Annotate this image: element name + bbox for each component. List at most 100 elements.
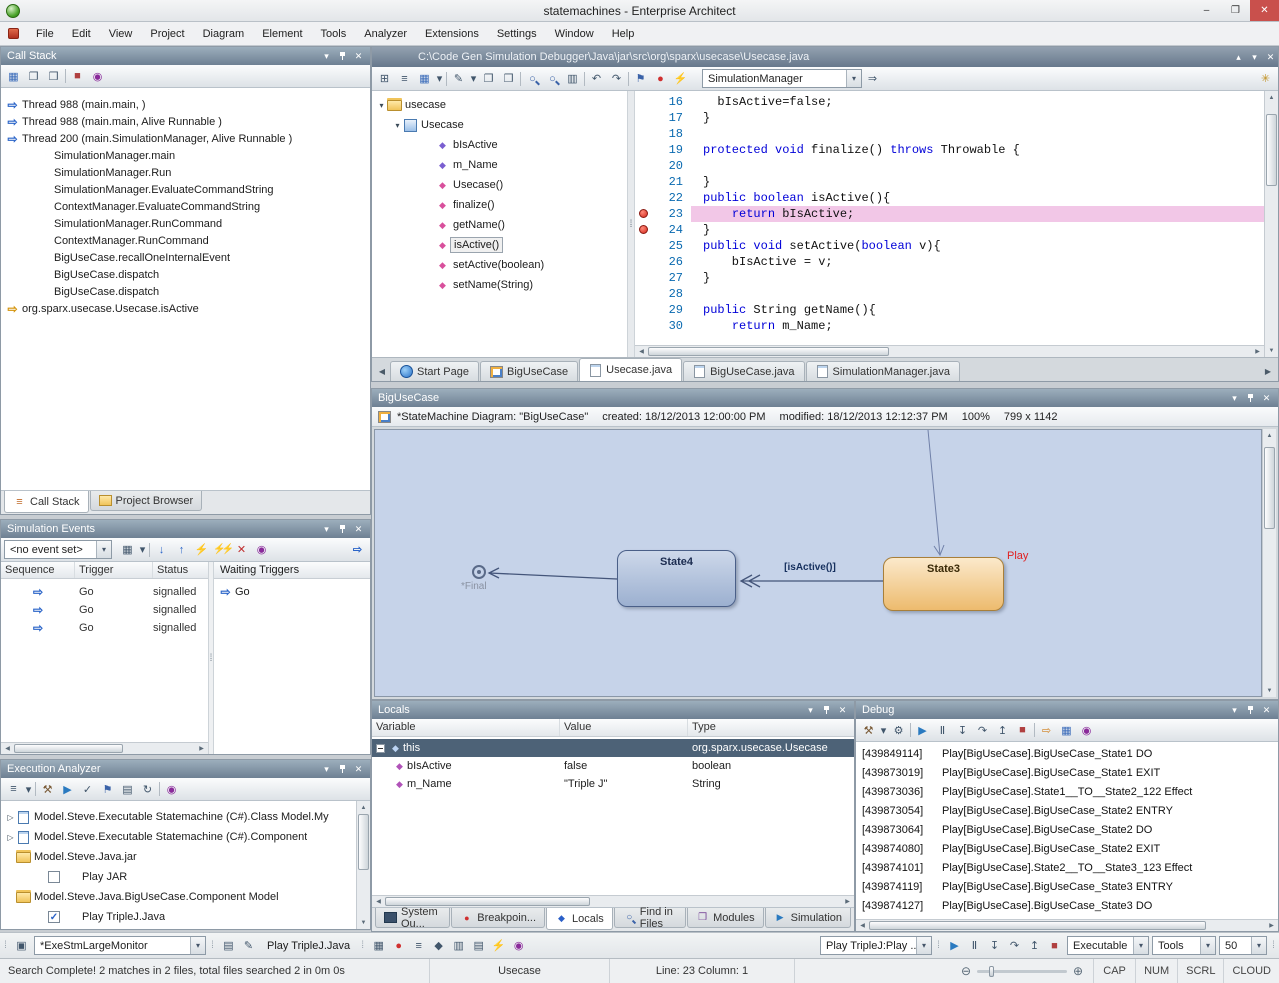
debug-output-row[interactable]: [439849114] Play[BigUseCase].BigUseCase_… xyxy=(856,744,1278,763)
chevron-down-icon[interactable] xyxy=(190,937,205,954)
size-combo[interactable]: 50 xyxy=(1219,936,1267,955)
pin-icon[interactable] xyxy=(335,762,350,776)
record-icon[interactable]: ◉ xyxy=(162,780,181,798)
editor-tab[interactable]: Usecase.java xyxy=(579,358,682,381)
code-line[interactable]: 16 bIsActive=false; xyxy=(635,94,1264,110)
pin-icon[interactable] xyxy=(1243,391,1258,405)
tools-combo[interactable]: Tools xyxy=(1152,936,1216,955)
scrollbar-thumb[interactable] xyxy=(1264,447,1275,529)
menu-arrow-icon[interactable]: ▾ xyxy=(24,780,33,798)
call-stack-frame[interactable]: SimulationManager.main xyxy=(1,147,370,164)
structure-tree-item[interactable]: setActive(boolean) xyxy=(372,255,627,275)
separator[interactable] xyxy=(627,72,630,86)
menu-item[interactable]: Diagram xyxy=(194,22,254,45)
chevron-down-icon[interactable] xyxy=(1200,937,1215,954)
panel-menu-icon[interactable] xyxy=(1227,391,1242,405)
dock-tab[interactable]: Project Browser xyxy=(90,491,203,511)
record-icon[interactable]: ◉ xyxy=(1077,721,1096,739)
edit-script-icon[interactable]: ✎ xyxy=(239,937,258,955)
scroll-left-icon[interactable] xyxy=(1,743,14,754)
structure-tree-item[interactable]: getName() xyxy=(372,215,627,235)
analyzer-windows-icon[interactable]: ▦ xyxy=(369,937,388,955)
close-icon[interactable] xyxy=(1259,703,1274,717)
paste-icon[interactable]: ❒ xyxy=(499,70,518,88)
save-menu-icon[interactable]: ▾ xyxy=(435,70,444,88)
call-stack-frame[interactable]: SimulationManager.RunCommand xyxy=(1,215,370,232)
breakpoint-gutter[interactable] xyxy=(635,190,653,206)
run-icon[interactable]: ▶ xyxy=(58,780,77,798)
breakpoint-gutter[interactable] xyxy=(635,270,653,286)
code-line[interactable]: 17} xyxy=(635,110,1264,126)
column-status[interactable]: Status xyxy=(153,562,208,578)
scroll-up-icon[interactable] xyxy=(357,801,370,814)
scroll-right-icon[interactable] xyxy=(841,896,854,907)
move-up-icon[interactable]: ↑ xyxy=(172,541,191,559)
call-stack-frame[interactable]: Thread 200 (main.SimulationManager, Aliv… xyxy=(1,130,370,147)
scrollbar-thumb[interactable] xyxy=(385,897,590,906)
structure-tree-item[interactable]: finalize() xyxy=(372,195,627,215)
expand-icon[interactable] xyxy=(376,744,385,753)
unchecked-icon[interactable] xyxy=(48,871,60,883)
breakpoint-gutter[interactable] xyxy=(635,126,653,142)
analyzer-script-item[interactable]: Model.Steve.Java.BigUseCase.Component Mo… xyxy=(1,887,356,907)
call-stack-frame[interactable]: BigUseCase.dispatch xyxy=(1,283,370,300)
code-line[interactable]: 23 return bIsActive; xyxy=(635,206,1264,222)
scrollbar-thumb[interactable] xyxy=(648,347,889,356)
structure-tree-item[interactable]: ▾ Usecase xyxy=(372,115,627,135)
column-type[interactable]: Type xyxy=(688,719,854,736)
debug-output-row[interactable]: [439874101] Play[BigUseCase].State2__TO_… xyxy=(856,858,1278,877)
status-indicator[interactable]: NUM xyxy=(1135,959,1177,983)
menu-item[interactable]: Project xyxy=(141,22,193,45)
step-out-icon[interactable]: ↥ xyxy=(1025,937,1044,955)
filter-icon[interactable]: ▦ xyxy=(118,541,137,559)
call-stack-frame[interactable]: BigUseCase.recallOneInternalEvent xyxy=(1,249,370,266)
deploy-icon[interactable]: ▤ xyxy=(118,780,137,798)
column-trigger[interactable]: Trigger xyxy=(75,562,153,578)
menu-item[interactable]: Tools xyxy=(312,22,356,45)
breakpoint-gutter[interactable] xyxy=(635,286,653,302)
panel-menu-icon[interactable] xyxy=(803,703,818,717)
state4-node[interactable]: State4 xyxy=(617,550,736,607)
code-line[interactable]: 20 xyxy=(635,158,1264,174)
step-over-icon[interactable]: ↷ xyxy=(973,721,992,739)
dock-tab[interactable]: Breakpoin... xyxy=(451,908,545,928)
structure-icon[interactable]: ⊞ xyxy=(375,70,394,88)
lightning-icon[interactable]: ⚡ xyxy=(671,70,690,88)
column-variable[interactable]: Variable xyxy=(372,719,560,736)
redo-icon[interactable]: ↷ xyxy=(607,70,626,88)
local-variable-row[interactable]: bIsActive false boolean xyxy=(372,757,854,775)
auto-fire-icon[interactable]: ⚡⚡ xyxy=(212,541,231,559)
profiler-window-icon[interactable]: ⚡ xyxy=(489,937,508,955)
chevron-down-icon[interactable] xyxy=(1251,937,1266,954)
analyzer-script-item[interactable]: ▷ Model.Steve.Executable Statemachine (C… xyxy=(1,827,356,847)
record-icon[interactable]: ◉ xyxy=(252,541,271,559)
move-down-icon[interactable]: ↓ xyxy=(152,541,171,559)
local-variable-row[interactable]: this org.sparx.usecase.Usecase xyxy=(372,739,854,757)
highlight-icon[interactable]: ▥ xyxy=(563,70,582,88)
separator[interactable] xyxy=(1033,723,1036,737)
scroll-left-icon[interactable] xyxy=(372,896,385,907)
separator[interactable] xyxy=(148,543,151,557)
breakpoint-gutter[interactable] xyxy=(635,158,653,174)
goto-symbol-icon[interactable]: ⇒ xyxy=(863,70,882,88)
menu-item[interactable]: Extensions xyxy=(416,22,488,45)
scrollbar-thumb[interactable] xyxy=(14,744,123,753)
stop-icon[interactable]: ■ xyxy=(1045,937,1064,955)
separator[interactable] xyxy=(445,72,448,86)
expander-icon[interactable]: ▾ xyxy=(392,121,403,130)
tabs-scroll-left-icon[interactable]: ◀ xyxy=(374,361,390,381)
panel-menu-icon[interactable] xyxy=(319,49,334,63)
call-stack-frame[interactable]: ContextManager.RunCommand xyxy=(1,232,370,249)
run-icon[interactable]: ▶ xyxy=(945,937,964,955)
editor-tab[interactable]: BigUseCase.java xyxy=(683,361,804,381)
copy-stack-icon[interactable]: ❒ xyxy=(44,67,63,85)
copy-icon[interactable]: ❐ xyxy=(24,67,43,85)
dock-tab[interactable]: Simulation xyxy=(765,908,851,928)
menu-item[interactable]: Element xyxy=(253,22,311,45)
zoom-slider-thumb[interactable] xyxy=(989,966,994,977)
breakpoint-gutter[interactable] xyxy=(635,174,653,190)
separator[interactable] xyxy=(583,72,586,86)
scrollbar-thumb[interactable] xyxy=(1266,114,1277,186)
scroll-left-icon[interactable] xyxy=(635,346,648,357)
dock-tab[interactable]: Locals xyxy=(546,908,613,930)
